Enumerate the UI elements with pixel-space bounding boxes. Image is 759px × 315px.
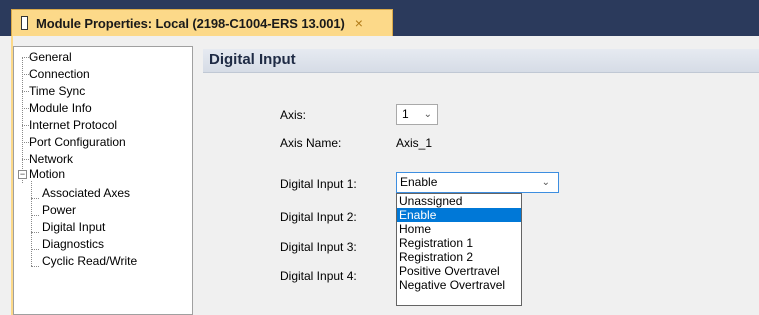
digital-input-1-label: Digital Input 1: bbox=[280, 177, 357, 191]
tree-connector bbox=[22, 159, 29, 160]
axis-label: Axis: bbox=[280, 108, 307, 122]
tree-item-connection[interactable]: Connection bbox=[29, 67, 90, 81]
tree-item-digital-input[interactable]: Digital Input bbox=[42, 220, 105, 234]
digital-input-1-dropdown-list[interactable]: Unassigned Enable Home Registration 1 Re… bbox=[396, 193, 522, 306]
tree-connector bbox=[31, 198, 39, 199]
tree-item-diagnostics[interactable]: Diagnostics bbox=[42, 237, 104, 251]
tree-item-associated-axes[interactable]: Associated Axes bbox=[42, 186, 130, 200]
tree-connector bbox=[22, 57, 23, 183]
digital-input-1-select[interactable]: Enable ⌄ bbox=[396, 172, 559, 193]
tree-connector bbox=[22, 74, 29, 75]
tree-connector bbox=[31, 215, 39, 216]
tree-item-network[interactable]: Network bbox=[29, 152, 73, 166]
tree-connector bbox=[22, 57, 29, 58]
tree-connector bbox=[31, 232, 39, 233]
option-negative-overtravel[interactable]: Negative Overtravel bbox=[397, 278, 521, 292]
axis-name-value: Axis_1 bbox=[396, 136, 433, 150]
dialog-content: General Connection Time Sync Module Info… bbox=[13, 42, 759, 315]
tree-connector bbox=[22, 91, 29, 92]
close-icon[interactable]: × bbox=[355, 15, 363, 31]
tree-item-port-configuration[interactable]: Port Configuration bbox=[29, 135, 126, 149]
tree-item-general[interactable]: General bbox=[29, 50, 72, 64]
option-home[interactable]: Home bbox=[397, 222, 521, 236]
dialog-frame: General Connection Time Sync Module Info… bbox=[0, 36, 759, 315]
tree-connector bbox=[31, 249, 39, 250]
chevron-down-icon: ⌄ bbox=[423, 109, 432, 120]
tree-connector bbox=[31, 266, 39, 267]
digital-input-3-label: Digital Input 3: bbox=[280, 240, 357, 254]
tree-connector bbox=[22, 125, 29, 126]
module-icon bbox=[21, 16, 28, 30]
tree-item-motion[interactable]: Motion bbox=[29, 167, 65, 181]
option-positive-overtravel[interactable]: Positive Overtravel bbox=[397, 264, 521, 278]
tree-item-cyclic-read-write[interactable]: Cyclic Read/Write bbox=[42, 254, 137, 268]
tree-connector bbox=[31, 181, 32, 266]
option-unassigned[interactable]: Unassigned bbox=[397, 194, 521, 208]
axis-select-value: 1 bbox=[402, 107, 409, 121]
axis-name-label: Axis Name: bbox=[280, 136, 342, 150]
chevron-down-icon: ⌄ bbox=[541, 177, 550, 188]
panel-header: Digital Input bbox=[203, 49, 759, 73]
option-registration-1[interactable]: Registration 1 bbox=[397, 236, 521, 250]
tree-connector bbox=[22, 142, 29, 143]
category-tree[interactable]: General Connection Time Sync Module Info… bbox=[13, 46, 193, 315]
option-enable[interactable]: Enable bbox=[397, 208, 521, 222]
option-registration-2[interactable]: Registration 2 bbox=[397, 250, 521, 264]
digital-input-2-label: Digital Input 2: bbox=[280, 210, 357, 224]
tab-title: Module Properties: Local (2198-C1004-ERS… bbox=[36, 15, 345, 31]
tree-item-power[interactable]: Power bbox=[42, 203, 76, 217]
digital-input-1-value: Enable bbox=[400, 175, 438, 189]
digital-input-4-label: Digital Input 4: bbox=[280, 269, 357, 283]
tree-item-internet-protocol[interactable]: Internet Protocol bbox=[29, 118, 117, 132]
panel-title: Digital Input bbox=[209, 51, 296, 68]
tree-connector bbox=[22, 108, 29, 109]
tree-item-module-info[interactable]: Module Info bbox=[29, 101, 92, 115]
window-title-bar: Module Properties: Local (2198-C1004-ERS… bbox=[0, 0, 759, 36]
module-properties-tab[interactable]: Module Properties: Local (2198-C1004-ERS… bbox=[11, 9, 393, 36]
tree-item-time-sync[interactable]: Time Sync bbox=[29, 84, 85, 98]
collapse-icon[interactable]: − bbox=[18, 170, 27, 179]
axis-select[interactable]: 1 ⌄ bbox=[396, 104, 438, 125]
